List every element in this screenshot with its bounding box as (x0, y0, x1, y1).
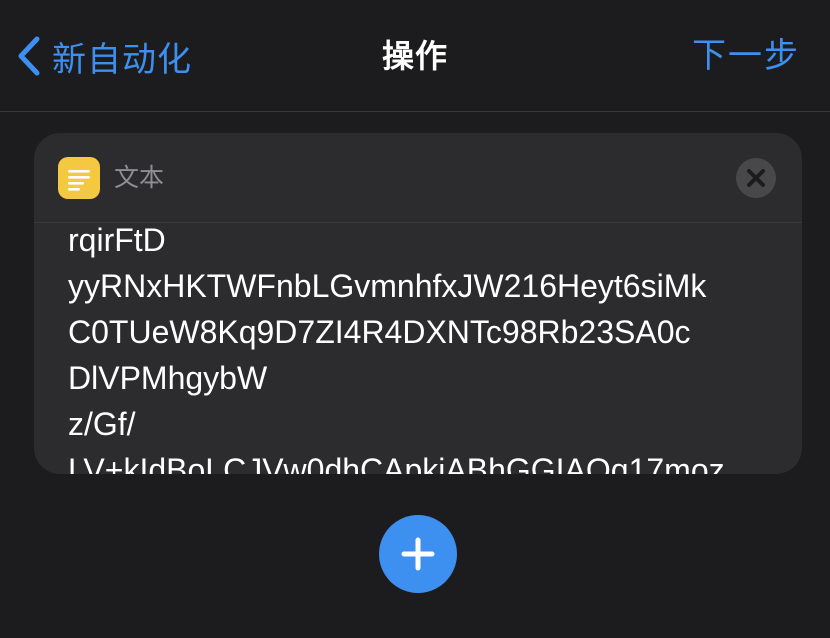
navigation-bar: 新自动化 操作 下一步 (0, 0, 830, 112)
card-title: 文本 (114, 163, 165, 192)
plus-icon (401, 537, 435, 571)
text-input-area[interactable]: rqirFtD yyRNxHKTWFnbLGvmnhfxJW216Heyt6si… (68, 217, 778, 474)
add-action-button[interactable] (379, 515, 457, 593)
remove-action-button[interactable] (736, 158, 776, 198)
next-button[interactable]: 下一步 (692, 28, 800, 84)
text-line: z/Gf/ (68, 406, 136, 442)
text-document-icon (58, 157, 100, 199)
text-line: rqirFtD (68, 222, 166, 258)
text-action-card: 文本 rqirFtD yyRNxHKTWFnbLGvmnhfxJW216Heyt… (34, 133, 802, 474)
close-icon (747, 169, 765, 187)
text-line: DlVPMhgybW (68, 360, 268, 396)
text-line: C0TUeW8Kq9D7ZI4R4DXNTc98Rb23SA0c (68, 314, 691, 350)
text-line: yyRNxHKTWFnbLGvmnhfxJW216Heyt6siMk (68, 268, 707, 304)
card-header: 文本 (34, 133, 802, 223)
text-line: LV+kIdBoLCJVw0dhCApkiABhGGIAOq17moz (68, 452, 725, 474)
